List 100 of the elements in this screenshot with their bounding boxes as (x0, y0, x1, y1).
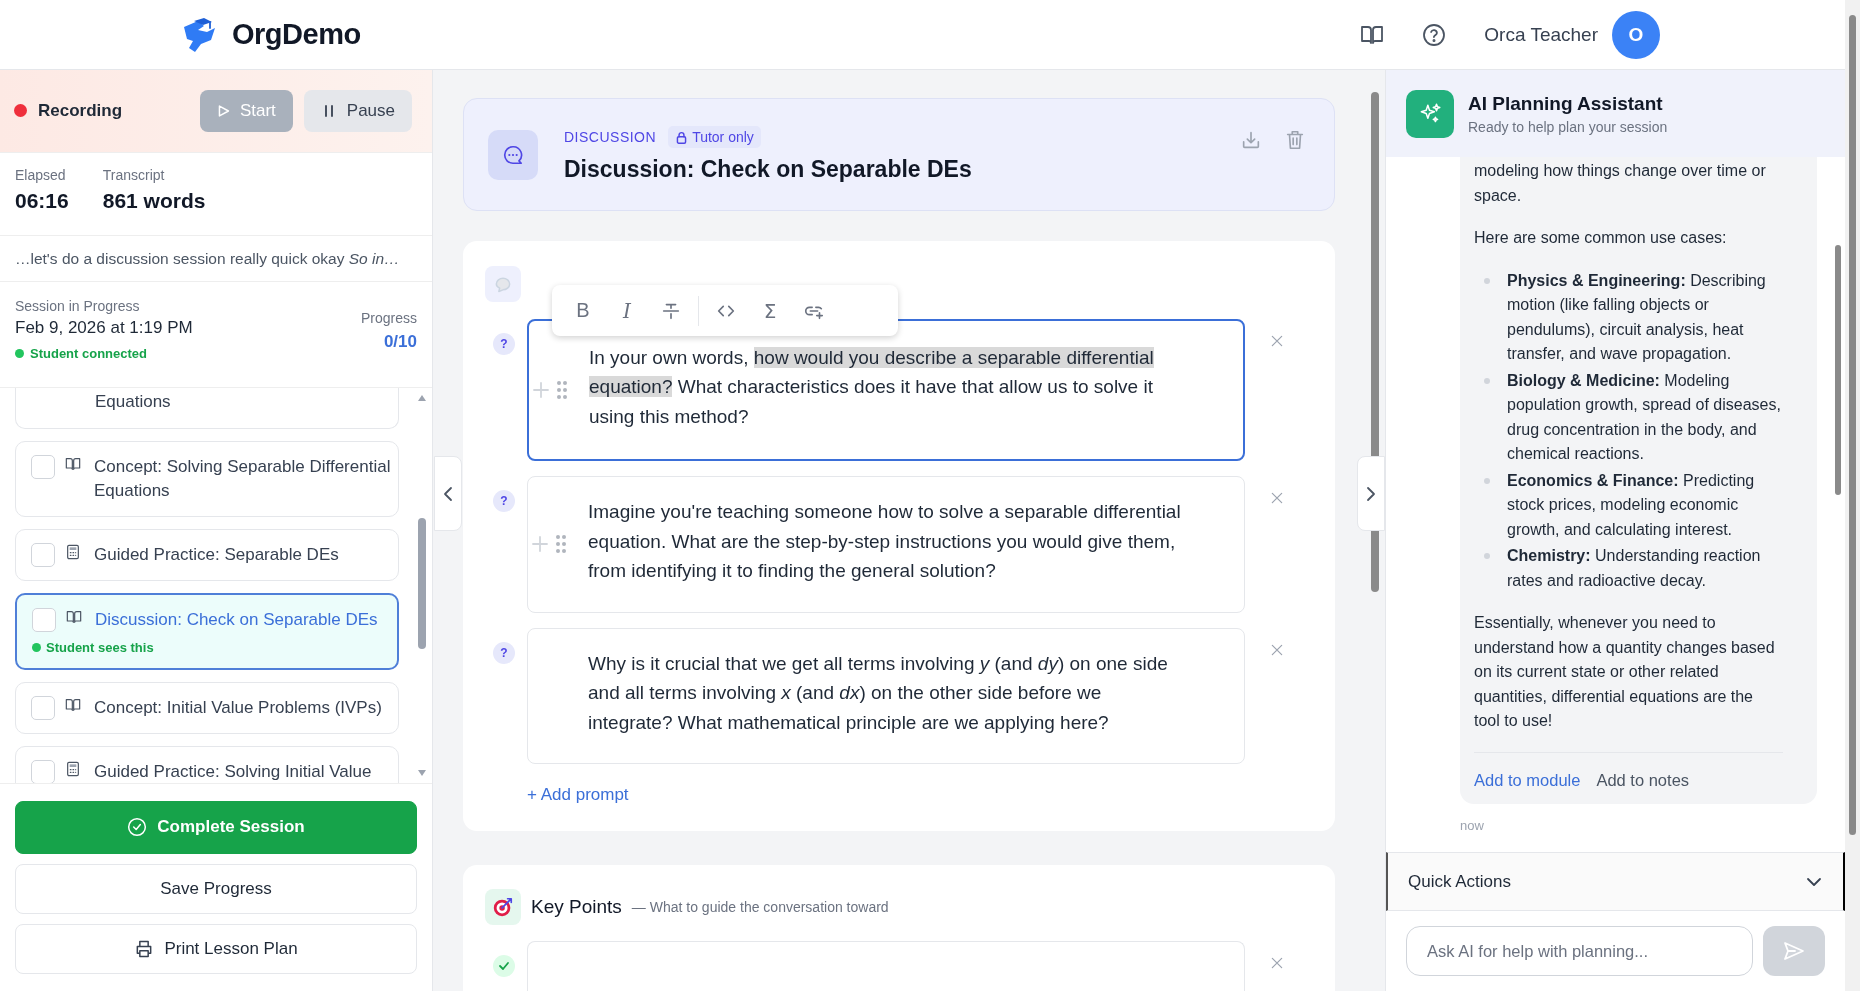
book-icon (66, 608, 82, 625)
brand-name: OrgDemo (232, 18, 361, 51)
session-status: Session in Progress (15, 298, 141, 315)
bullet-text: Economics & Finance: Predicting stock prices, modeling economic growth, and calculating interest. (1507, 470, 1756, 540)
recording-label: Recording (38, 100, 123, 121)
book-icon (65, 455, 81, 472)
question-badge: ? (493, 490, 515, 512)
message-time: now (1460, 817, 1485, 833)
message-action-link[interactable]: Add to notes (1596, 770, 1690, 790)
assistant-subtitle: Ready to help plan your session (1468, 118, 1668, 135)
scrollbar[interactable] (1845, 0, 1860, 991)
lesson-item[interactable]: Equations (15, 387, 399, 429)
question-badge: ? (493, 333, 515, 355)
send-icon (1782, 939, 1806, 963)
send-button[interactable] (1763, 926, 1825, 976)
scrollbar-thumb[interactable] (418, 517, 426, 649)
scrollbar-thumb[interactable] (1849, 15, 1856, 835)
checkbox[interactable] (31, 759, 55, 783)
download-button[interactable] (1240, 129, 1262, 151)
lesson-title: Guided Practice: Separable DEs (94, 543, 339, 566)
drag-handle-icon[interactable] (555, 534, 567, 555)
document-icon (65, 543, 81, 560)
quick-actions-toggle[interactable]: Quick Actions (1386, 852, 1845, 911)
lesson-title: Concept: Initial Value Problems (IVPs) (94, 696, 382, 719)
lesson-item[interactable]: Guided Practice: Solving Initial Value (15, 745, 399, 783)
drag-handle-icon[interactable] (556, 380, 568, 400)
bullet-dot (1484, 477, 1490, 484)
plus-icon[interactable] (532, 536, 548, 553)
lesson-item[interactable]: Discussion: Check on Separable DEs Student sees this (15, 592, 399, 670)
chat-bubble-icon (502, 143, 524, 166)
pause-button[interactable]: Pause (303, 89, 412, 132)
lesson-title: Equations (95, 390, 171, 413)
stat-value: 861 words (102, 188, 206, 213)
lesson-title: Guided Practice: Solving Initial Value (94, 760, 372, 783)
collapse-right-button[interactable] (1357, 456, 1385, 531)
checkbox[interactable] (32, 607, 56, 632)
message-text: Here are some common use cases: (1474, 228, 1728, 248)
checkbox[interactable] (31, 542, 55, 567)
visibility-note: Student sees this (46, 639, 154, 655)
delete-button[interactable] (1284, 129, 1306, 151)
save-button[interactable]: Save Progress (15, 864, 417, 914)
plus-icon[interactable] (533, 382, 549, 398)
bullet-text: Chemistry: Understanding reaction rates and radioactive decay. (1507, 546, 1762, 591)
message-action-link[interactable]: Add to module (1474, 770, 1581, 790)
section-title: Key Points (531, 896, 622, 918)
close-icon[interactable] (1269, 490, 1285, 506)
key-point-field[interactable] (527, 941, 1245, 991)
status-dot (32, 642, 41, 652)
prompt-text: In your own words, how would you describe a separable differential equation? What characteristics does it have that allow us to solve it using this method? (589, 345, 1155, 429)
session-date: Feb 9, 2026 at 1:19 PM (15, 318, 193, 339)
bullet-text: Biology & Medicine: Modeling population growth, spread of diseases, drug concentration in the body, and chemical reactions. (1507, 370, 1782, 464)
chat-input[interactable]: Ask AI for help with planning... (1406, 926, 1753, 976)
lesson-title: Discussion: Check on Separable DEs (95, 608, 378, 631)
close-icon[interactable] (1269, 333, 1285, 349)
arrow-up-icon[interactable] (417, 393, 427, 402)
lesson-item[interactable]: Concept: Solving Separable Differential Equations (15, 440, 399, 517)
avatar[interactable]: O (1612, 10, 1660, 59)
visibility-tag: Tutor only (668, 126, 761, 148)
book-icon (65, 696, 81, 713)
check-circle-icon (127, 817, 148, 838)
stat-label: Elapsed (15, 166, 67, 183)
assistant-title: AI Planning Assistant (1468, 92, 1664, 115)
progress-label: Progress (360, 310, 417, 327)
lesson-title: Concept: Solving Separable Differential Equations (94, 455, 392, 502)
bullet-dot (1484, 553, 1490, 559)
lesson-item[interactable]: Guided Practice: Separable DEs (15, 528, 399, 581)
stat-label: Transcript (102, 166, 166, 183)
play-icon (216, 102, 230, 119)
check-badge (493, 955, 515, 977)
lesson-item[interactable]: Concept: Initial Value Problems (IVPs) (15, 681, 399, 734)
prompt-field[interactable]: Why is it crucial that we get all terms involving y (and dy) on one side and all terms involving x (and dx) on the other side before we integrate? What mathematical principle are we applying here? (527, 627, 1245, 764)
checkbox[interactable] (31, 454, 55, 479)
chevron-right-icon (1365, 485, 1377, 502)
speech-bubble-icon (493, 274, 513, 294)
lock-icon (675, 130, 689, 144)
student-status: Student connected (30, 346, 147, 362)
document-icon (65, 760, 81, 777)
help-icon[interactable] (1422, 22, 1447, 47)
transcript-snippet: …let's do a discussion session really quick okay So in… (15, 249, 400, 268)
stat-value: 06:16 (15, 188, 69, 213)
prompt-text: Imagine you're teaching someone how to solve a separable differential equation. What are the step-by-step instructions you would give them, from identifying it to finding the general solution? (588, 500, 1182, 583)
message-text: Essentially, whenever you need to understand how a quantity changes based on its current state or other related quantities, differential equations are the tool to use! (1474, 613, 1776, 731)
add-prompt-link[interactable]: + Add prompt (527, 785, 629, 805)
bullet-text: Physics & Engineering: Describing motion (like falling objects or pendulums), circuit analysis, heat transfer, and wave propagation. (1507, 270, 1767, 364)
progress-value: 0/10 (382, 332, 417, 353)
print-button[interactable]: Print Lesson Plan (15, 924, 417, 974)
message-text: modeling how things change over time or space. (1474, 161, 1767, 206)
arrow-down-icon[interactable] (417, 769, 427, 777)
collapse-left-button[interactable] (434, 456, 462, 531)
prompt-field[interactable]: Imagine you're teaching someone how to solve a separable differential equation. What are the step-by-step instructions you would give them, from identifying it to finding the general solution? (527, 476, 1245, 613)
scrollbar[interactable] (416, 393, 428, 777)
prompt-text: Why is it crucial that we get all terms involving y (and dy) on one side and all terms involving x (and dx) on the other side before we integrate? What mathematical principle are we applying here? (588, 651, 1169, 735)
scrollbar-thumb[interactable] (1835, 245, 1841, 495)
bullet-dot (1484, 377, 1490, 384)
prompt-field[interactable]: In your own words, how would you describe a separable differential equation? What characteristics does it have that allow us to solve it using this method? (527, 319, 1245, 461)
close-icon[interactable] (1269, 955, 1285, 971)
section-subtitle: — What to guide the conversation toward (631, 899, 889, 915)
user-name: Orca Teacher (1484, 23, 1598, 46)
module-type: DISCUSSION (564, 129, 657, 145)
checkbox[interactable] (31, 695, 55, 720)
